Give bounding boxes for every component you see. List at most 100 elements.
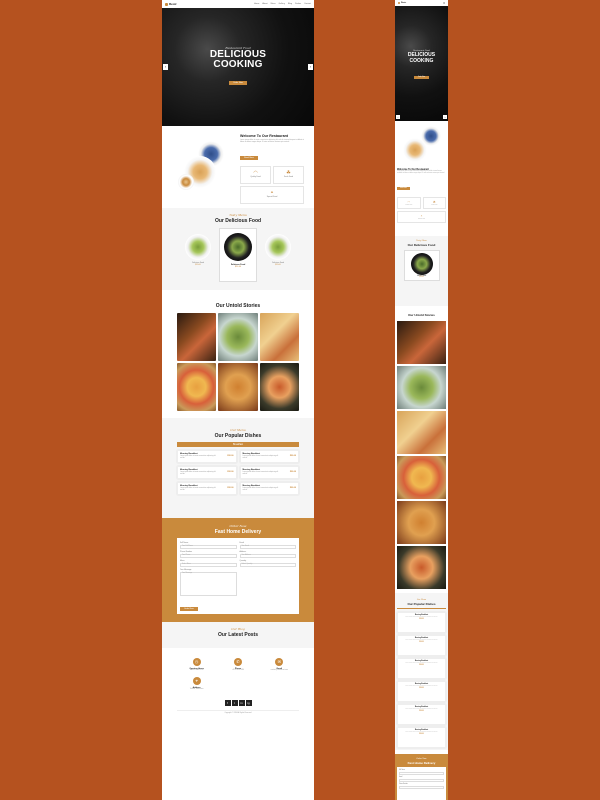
contact-section: ◷ Opening Hours Mon-Fri 9.00-22.00 ✆ Phone +… (162, 648, 314, 714)
mobile-hero-order-button[interactable]: Order Now (413, 76, 430, 79)
chevron-right-icon[interactable]: › (443, 115, 447, 119)
facebook-icon[interactable]: f (224, 700, 231, 706)
delivery-title: Fast Home Delivery (214, 529, 262, 535)
dish-card[interactable]: Morning Breakfast Lorem ipsum dolor sit a… (397, 704, 446, 725)
dish-card[interactable]: Morning Breakfast Lorem ipsum dolor sit a… (397, 727, 446, 748)
nav-item[interactable]: About (262, 3, 267, 5)
dish-card[interactable]: Morning Breakfast Lorem ipsum dolor sit a… (397, 681, 446, 702)
delivery-subtitle: Order Now (229, 524, 247, 528)
brand-logo[interactable]: Restr (165, 2, 177, 6)
welcome-section: Welcome To Our Restaurant Lorem ipsum do… (162, 126, 314, 208)
welcome-text: Lorem ipsum dolor sit amet consectetur a… (240, 140, 304, 144)
popular-title: Our Popular Dishes (214, 433, 262, 439)
popular-section: Our Menu Our Popular Dishes Breakfast Mo… (162, 418, 314, 518)
contact-hours: ◷ Opening Hours Mon-Fri 9.00-22.00 (189, 658, 204, 671)
gallery-image[interactable] (397, 366, 446, 409)
email-input[interactable] (399, 779, 444, 782)
nav-item[interactable]: Menu (271, 3, 276, 5)
food-card[interactable]: Delicious Food $20.00 (181, 228, 215, 282)
dish-card[interactable]: Morning Breakfast Lorem ipsum dolor sit a… (239, 450, 299, 463)
food-card[interactable]: Delicious Food $20.00 (261, 228, 295, 282)
mobile-stories: Our Untold Stories (395, 306, 448, 589)
map-pin-icon: ⌖ (192, 677, 201, 685)
gallery-image[interactable] (177, 313, 217, 361)
dish-card[interactable]: Morning Breakfast Lorem ipsum dolor sit a… (239, 482, 299, 495)
gallery-image[interactable] (218, 313, 258, 361)
chevron-right-icon[interactable]: › (308, 64, 313, 70)
delicious-subtitle: Tasty Menu (229, 213, 247, 217)
message-textarea[interactable]: Your Message (180, 572, 237, 596)
quantity-select[interactable]: Select Quantity (239, 563, 296, 567)
dish-card[interactable]: Morning Breakfast Lorem ipsum dolor sit a… (177, 482, 237, 495)
feature-special: ◓ Special Food (397, 211, 446, 223)
chevron-left-icon[interactable]: ‹ (163, 64, 168, 70)
clock-icon: ◷ (192, 658, 201, 666)
feature-special: ◓ Special Food (240, 185, 304, 204)
navbar: Restr Home About Menu Gallery Blog Dishe… (162, 0, 314, 8)
contact-address: ⌖ Address Victoria, Melbourne (189, 677, 204, 690)
hero-title: DELICIOUS COOKING (209, 49, 267, 70)
food-image (185, 234, 211, 260)
food-card-active[interactable]: Delicious Food $20.00 (403, 250, 440, 281)
chevron-left-icon[interactable]: ‹ (396, 115, 400, 119)
feature-quality: ◠ Quality Food (240, 165, 271, 184)
phone-input[interactable] (399, 786, 444, 789)
mobile-delicious: Tasty Menu Our Delicious Food Delicious … (395, 236, 448, 306)
mobile-delivery: Order Now Fast Home Delivery Full Name E… (395, 754, 448, 800)
full-name-input[interactable] (399, 772, 444, 775)
hero-order-button[interactable]: Order Now (229, 81, 247, 85)
tab-breakfast[interactable]: Breakfast (397, 608, 446, 609)
dish-card[interactable]: Morning Breakfast Lorem ipsum dolor sit a… (239, 466, 299, 479)
mobile-popular: Our Menu Our Popular Dishes Breakfast Mo… (395, 593, 448, 750)
dish-card[interactable]: Morning Breakfast Lorem ipsum dolor sit a… (397, 612, 446, 633)
feature-quality: ◠ Quality Food (397, 197, 421, 209)
gallery-image[interactable] (397, 501, 446, 544)
hamburger-icon[interactable]: ≡ (443, 1, 445, 5)
brand-logo[interactable]: Restr (398, 2, 406, 4)
nav-item[interactable]: Dishes (295, 3, 301, 5)
mobile-read-more-button[interactable]: Read More (397, 187, 410, 190)
gallery-image[interactable] (397, 411, 446, 454)
posts-subtitle: Our Blog (231, 627, 245, 631)
food-image (410, 253, 433, 275)
mobile-delivery-form: Full Name Email Phone Number (397, 767, 446, 800)
food-card-active[interactable]: Delicious Food $20.00 (219, 228, 257, 282)
mobile-preview: Restr ≡ Restaurant Food DELICIOUS COOKIN… (395, 0, 448, 800)
contact-email: ✉ Email contact@restaurant.com (270, 658, 289, 671)
posts-title: Our Latest Posts (217, 632, 258, 638)
nav-item[interactable]: Home (254, 3, 259, 5)
delivery-section: Order Now Fast Home Delivery Full Name Yo… (162, 518, 314, 622)
gallery-image[interactable] (218, 363, 258, 411)
twitter-icon[interactable]: t (231, 700, 238, 706)
gallery-image[interactable] (259, 313, 299, 361)
food-image (265, 234, 291, 260)
nav-item[interactable]: Gallery (279, 3, 285, 5)
mobile-hero: Restaurant Food DELICIOUS COOKING Order … (395, 6, 448, 121)
dish-card[interactable]: Morning Breakfast Lorem ipsum dolor sit a… (397, 658, 446, 679)
dish-card[interactable]: Morning Breakfast Lorem ipsum dolor sit a… (397, 635, 446, 656)
dish-card[interactable]: Morning Breakfast Lorem ipsum dolor sit a… (177, 450, 237, 463)
tab-breakfast[interactable]: Breakfast (177, 442, 299, 447)
logo-mark-icon (398, 2, 400, 4)
gallery-image[interactable] (177, 363, 217, 411)
gallery-image[interactable] (259, 363, 299, 411)
stories-title: Our Untold Stories (215, 303, 261, 309)
gallery-image[interactable] (397, 546, 446, 589)
nav-menu: Home About Menu Gallery Blog Dishes Cont… (254, 3, 311, 5)
nav-item[interactable]: Blog (288, 3, 292, 5)
popular-subtitle: Our Menu (230, 428, 246, 432)
welcome-title: Welcome To Our Restaurant (240, 134, 288, 138)
contact-phone: ✆ Phone +61 3 8376 6284 (231, 658, 244, 671)
instagram-icon[interactable]: ig (245, 700, 252, 706)
linkedin-icon[interactable]: in (238, 700, 245, 706)
gallery-image[interactable] (397, 321, 446, 364)
desktop-preview: Restr Home About Menu Gallery Blog Dishe… (162, 0, 314, 800)
dish-card[interactable]: Morning Breakfast Lorem ipsum dolor sit a… (177, 466, 237, 479)
nav-item[interactable]: Contact (304, 3, 311, 5)
delivery-order-button[interactable]: Order Now (180, 607, 198, 611)
welcome-read-more-button[interactable]: Read More (240, 155, 258, 160)
breakfast-plate-image (397, 124, 446, 166)
gallery-image[interactable] (397, 456, 446, 499)
mobile-welcome: Welcome To Our Restaurant Lorem ipsum do… (395, 121, 448, 236)
delivery-form: Full Name Your Full Name Email Your Email … (177, 538, 299, 614)
